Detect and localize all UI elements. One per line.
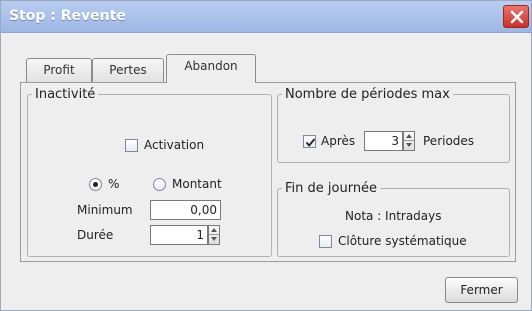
cloture-label: Clôture systématique — [338, 234, 467, 248]
duree-spinner-down[interactable] — [209, 235, 219, 244]
percent-radio-label: % — [108, 177, 120, 191]
tab-pertes[interactable]: Pertes — [92, 58, 164, 82]
close-icon — [510, 10, 524, 24]
periodes-legend: Nombre de périodes max — [285, 87, 450, 102]
apres-checkbox[interactable] — [303, 135, 316, 148]
checkmark-icon — [305, 138, 316, 147]
duree-label: Durée — [77, 228, 114, 242]
montant-radio[interactable] — [153, 178, 166, 191]
duree-spinner[interactable] — [208, 225, 220, 245]
periodes-spinner-up[interactable] — [404, 132, 414, 141]
title-bar[interactable]: Stop : Revente — [1, 1, 531, 33]
fermer-button[interactable]: Fermer — [445, 277, 518, 303]
tab-panel-abandon: Inactivité Activation % Montant Minimum … — [20, 82, 516, 262]
minimum-input[interactable]: 0,00 — [150, 200, 221, 220]
tab-profit[interactable]: Profit — [26, 58, 92, 82]
duree-spinner-up[interactable] — [209, 226, 219, 235]
tab-abandon[interactable]: Abandon — [166, 54, 256, 83]
minimum-label: Minimum — [77, 203, 133, 217]
periodes-unit-label: Periodes — [423, 134, 475, 148]
duree-input[interactable]: 1 — [150, 225, 208, 245]
activation-label: Activation — [144, 138, 205, 152]
chevron-down-icon — [211, 237, 217, 241]
intradays-note: Nota : Intradays — [345, 209, 442, 223]
dialog-window: Stop : Revente Profit Pertes Abandon Ina… — [0, 0, 532, 311]
montant-radio-label: Montant — [172, 177, 222, 191]
close-window-button[interactable] — [503, 5, 529, 28]
apres-label: Après — [321, 134, 356, 148]
periodes-spinner[interactable] — [403, 131, 415, 151]
percent-radio[interactable] — [89, 178, 102, 191]
chevron-up-icon — [211, 228, 217, 232]
chevron-up-icon — [406, 134, 412, 138]
periodes-input[interactable]: 3 — [364, 131, 403, 151]
window-title: Stop : Revente — [9, 8, 126, 24]
cloture-checkbox[interactable] — [319, 235, 332, 248]
periodes-group: Nombre de périodes max — [277, 87, 510, 163]
inactivite-legend: Inactivité — [35, 87, 96, 102]
periodes-spinner-down[interactable] — [404, 141, 414, 150]
activation-checkbox[interactable] — [125, 139, 138, 152]
chevron-down-icon — [406, 143, 412, 147]
fin-journee-legend: Fin de journée — [285, 181, 378, 196]
